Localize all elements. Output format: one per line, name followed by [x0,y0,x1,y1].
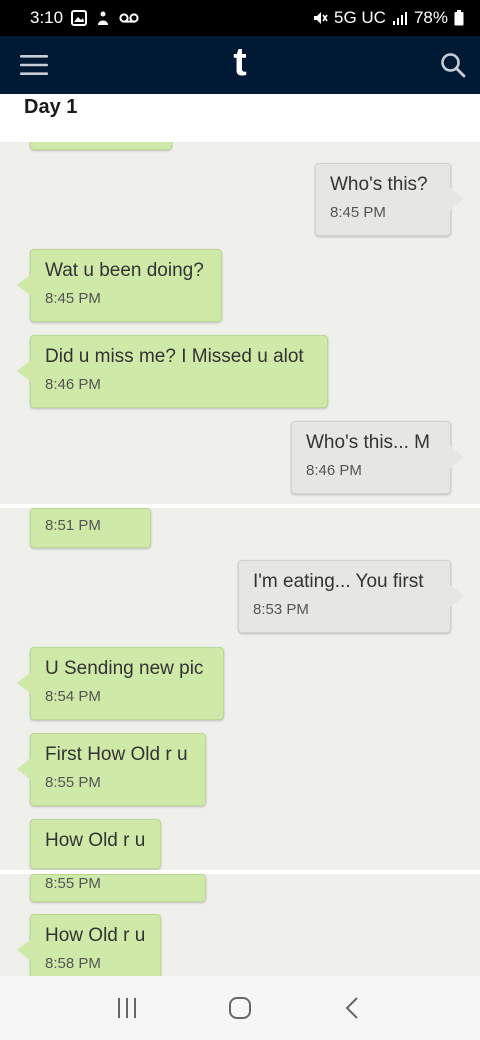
message-bubble-incoming: First How Old r u 8:55 PM [17,733,206,806]
mute-icon [312,10,328,26]
tumblr-logo[interactable]: t [233,42,246,82]
signal-icon [392,11,408,25]
message-time: 8:58 PM [45,955,101,972]
message-bubble-outgoing: Who's this? 8:45 PM [315,163,464,236]
network-label: 5G UC [334,8,386,27]
message-bubble-incoming: 8:55 PM [30,874,206,902]
battery-percent: 78% [413,8,448,27]
app-bar: t [0,36,480,94]
message-bubble-incoming: How Old r u 8:58 PM [17,914,161,976]
message-bubble-outgoing: I'm eating... You first 8:53 PM [238,560,464,633]
message-time: 8:45 PM [330,204,386,221]
message-bubble-incoming: How Old r u [30,819,161,869]
battery-icon [454,10,464,26]
message-text: Who's this... M [306,432,430,453]
recent-apps-icon[interactable] [115,996,139,1020]
status-time: 3:10 [30,8,64,27]
message-bubble-incoming: Did u miss me? I Missed u alot 8:46 PM [17,335,328,408]
status-bar: 3:10 5G UC 78% [0,0,480,36]
message-bubble-incoming: Wat u been doing? 8:45 PM [17,249,222,322]
chat-screenshot: Who's this? 8:45 PM Wat u been doing? 8:… [0,142,480,976]
post-title: Day 1 [24,96,78,118]
hamburger-menu-icon[interactable] [20,54,48,76]
message-text: How Old r u [45,925,146,946]
message-time: 8:51 PM [45,517,101,534]
message-time: 8:53 PM [253,601,309,618]
message-text: First How Old r u [45,744,188,765]
back-icon[interactable] [341,996,365,1020]
message-time: 8:55 PM [45,774,101,791]
message-time: 8:55 PM [45,875,101,892]
post-title-strip: Day 1 [0,94,480,142]
system-nav-bar [0,976,480,1040]
message-time: 8:54 PM [45,688,101,705]
message-text: Did u miss me? I Missed u alot [45,346,304,367]
message-time: 8:46 PM [45,376,101,393]
message-bubble-outgoing: Who's this... M 8:46 PM [291,421,464,494]
message-time: 8:45 PM [45,290,101,307]
gallery-icon [71,10,88,26]
message-bubble-incoming: U Sending new pic 8:54 PM [17,647,224,720]
voicemail-icon [119,12,139,24]
search-icon[interactable] [440,52,466,78]
cut-off-message-bubble [30,142,172,150]
home-icon[interactable] [228,996,252,1020]
message-text: U Sending new pic [45,658,204,679]
message-text: Who's this? [330,174,428,195]
message-time: 8:46 PM [306,462,362,479]
app-notification-icon [95,10,111,26]
message-text: I'm eating... You first [253,571,424,592]
message-text: How Old r u [45,830,146,851]
message-text: Wat u been doing? [45,260,204,281]
message-bubble-incoming: 8:51 PM [30,508,151,548]
